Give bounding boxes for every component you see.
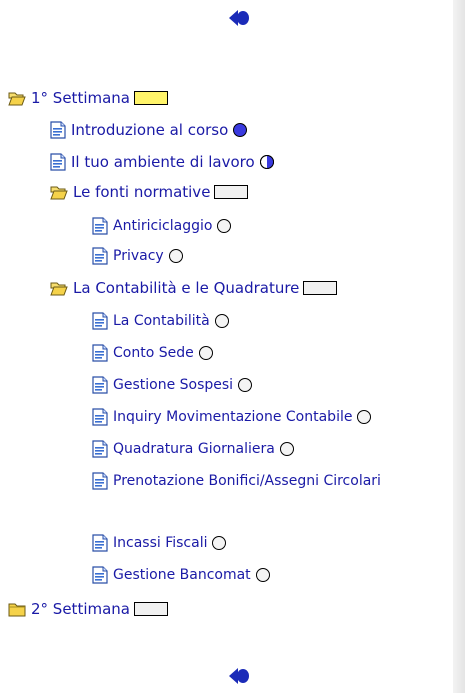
document-icon — [92, 440, 108, 458]
tree-item[interactable]: Incassi Fiscali — [92, 531, 227, 555]
tree-item[interactable]: La Contabilità — [92, 309, 230, 333]
tree-item[interactable]: Conto Sede — [92, 341, 214, 365]
folder-closed-icon — [8, 603, 26, 617]
document-icon — [92, 344, 108, 362]
document-icon — [92, 247, 108, 265]
document-icon — [92, 312, 108, 330]
document-icon — [92, 376, 108, 394]
progress-circle-icon — [168, 249, 183, 263]
tree-item[interactable]: Privacy — [92, 244, 184, 268]
tree-item-label[interactable]: Incassi Fiscali — [113, 535, 207, 551]
tree-item-label[interactable]: Privacy — [113, 248, 164, 264]
tree-item-label[interactable]: La Contabilità — [113, 313, 210, 329]
tree-item-label[interactable]: Il tuo ambiente di lavoro — [71, 153, 255, 171]
tree-item[interactable]: Le fonti normative — [50, 180, 249, 204]
tree-item-label[interactable]: Inquiry Movimentazione Contabile — [113, 409, 352, 425]
folder-open-icon — [50, 186, 68, 200]
tree-item-label[interactable]: 1° Settimana — [31, 89, 130, 107]
tree-item-label[interactable]: Antiriciclaggio — [113, 218, 212, 234]
scrollbar-track[interactable] — [453, 0, 465, 693]
document-icon — [92, 217, 108, 235]
document-icon — [92, 566, 108, 584]
progress-circle-icon — [259, 155, 274, 169]
tree-item-label[interactable]: Gestione Sospesi — [113, 377, 233, 393]
tree-item[interactable]: Gestione Bancomat — [92, 563, 271, 587]
back-arrow-icon[interactable] — [227, 666, 251, 686]
document-icon — [50, 121, 66, 139]
progress-circle-icon — [357, 410, 372, 424]
back-arrow-icon[interactable] — [227, 8, 251, 28]
tree-item-label[interactable]: Quadratura Giornaliera — [113, 441, 275, 457]
progress-box — [134, 91, 168, 105]
tree-item-label[interactable]: 2° Settimana — [31, 600, 130, 618]
tree-item[interactable]: 2° Settimana — [8, 597, 168, 621]
progress-circle-icon — [217, 219, 232, 233]
document-icon — [92, 534, 108, 552]
tree-item-label[interactable]: Le fonti normative — [73, 183, 210, 201]
tree-item[interactable]: Il tuo ambiente di lavoro — [50, 150, 275, 174]
tree-item-label[interactable]: Introduzione al corso — [71, 121, 228, 139]
tree-item-label[interactable]: Prenotazione Bonifici/Assegni Circolari — [113, 473, 381, 489]
tree-item[interactable]: La Contabilità e le Quadrature — [50, 276, 338, 300]
progress-circle-icon — [238, 378, 253, 392]
document-icon — [50, 153, 66, 171]
progress-circle-icon — [198, 346, 213, 360]
folder-open-icon — [8, 92, 26, 106]
tree-item[interactable]: 1° Settimana — [8, 86, 168, 110]
tree-item[interactable]: Prenotazione Bonifici/Assegni Circolari — [92, 469, 381, 493]
document-icon — [92, 472, 108, 490]
tree-item[interactable]: Inquiry Movimentazione Contabile — [92, 405, 372, 429]
progress-circle-icon — [214, 314, 229, 328]
progress-circle-icon — [255, 568, 270, 582]
progress-box — [214, 185, 249, 199]
folder-open-icon — [50, 282, 68, 296]
tree-item[interactable]: Introduzione al corso — [50, 118, 248, 142]
tree-item-label[interactable]: La Contabilità e le Quadrature — [73, 279, 299, 297]
tree-item[interactable]: Antiriciclaggio — [92, 214, 232, 238]
document-icon — [92, 408, 108, 426]
tree-item-label[interactable]: Conto Sede — [113, 345, 194, 361]
tree-item[interactable]: Gestione Sospesi — [92, 373, 253, 397]
tree-item-label[interactable]: Gestione Bancomat — [113, 567, 251, 583]
tree-item[interactable]: Quadratura Giornaliera — [92, 437, 295, 461]
progress-box — [303, 281, 338, 295]
progress-box — [134, 602, 168, 616]
progress-circle-icon — [212, 536, 227, 550]
progress-circle-icon — [233, 123, 248, 137]
progress-circle-icon — [279, 442, 294, 456]
